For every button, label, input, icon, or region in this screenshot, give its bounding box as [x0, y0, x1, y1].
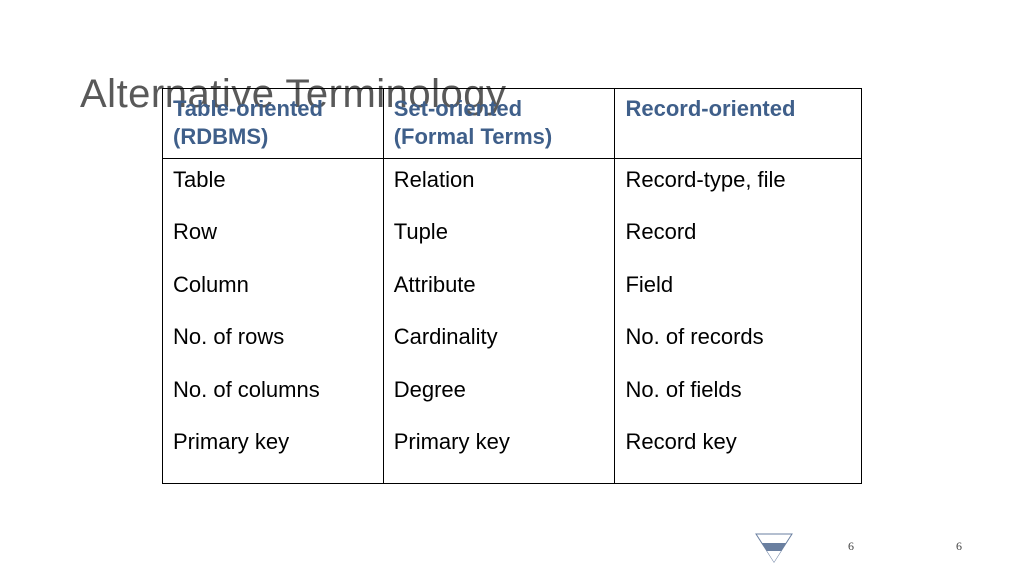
cell: Primary key: [163, 421, 384, 484]
cell: Column: [163, 264, 384, 316]
table-row: No. of rows Cardinality No. of records: [163, 316, 862, 368]
cell: No. of rows: [163, 316, 384, 368]
cell: Degree: [383, 369, 615, 421]
table-row: Row Tuple Record: [163, 211, 862, 263]
col-header-1-line1: Table-oriented: [173, 96, 323, 121]
col-header-2-line1: Set-oriented: [394, 96, 522, 121]
col-header-3-line1: Record-oriented: [625, 96, 795, 121]
cell: No. of fields: [615, 369, 862, 421]
cell: Row: [163, 211, 384, 263]
cell: No. of records: [615, 316, 862, 368]
cell: Cardinality: [383, 316, 615, 368]
col-header-3: Record-oriented: [615, 89, 862, 159]
col-header-1: Table-oriented (RDBMS): [163, 89, 384, 159]
col-header-2: Set-oriented (Formal Terms): [383, 89, 615, 159]
cell: Attribute: [383, 264, 615, 316]
col-header-2-line2: (Formal Terms): [394, 124, 553, 149]
cell: Primary key: [383, 421, 615, 484]
table-row: No. of columns Degree No. of fields: [163, 369, 862, 421]
cell: Record-type, file: [615, 159, 862, 212]
table-row: Primary key Primary key Record key: [163, 421, 862, 484]
cell: Relation: [383, 159, 615, 212]
cell: Field: [615, 264, 862, 316]
table-row: Table Relation Record-type, file: [163, 159, 862, 212]
cell: Record key: [615, 421, 862, 484]
cell: Record: [615, 211, 862, 263]
table-body: Table Relation Record-type, file Row Tup…: [163, 159, 862, 484]
cell: No. of columns: [163, 369, 384, 421]
cell: Table: [163, 159, 384, 212]
cell: Tuple: [383, 211, 615, 263]
page-number-duplicate: 6: [956, 539, 962, 554]
table-row: Column Attribute Field: [163, 264, 862, 316]
page-number: 6: [848, 539, 854, 554]
terminology-table: Table-oriented (RDBMS) Set-oriented (For…: [162, 88, 862, 484]
col-header-1-line2: (RDBMS): [173, 124, 268, 149]
triangle-decoration-icon: [754, 532, 794, 564]
